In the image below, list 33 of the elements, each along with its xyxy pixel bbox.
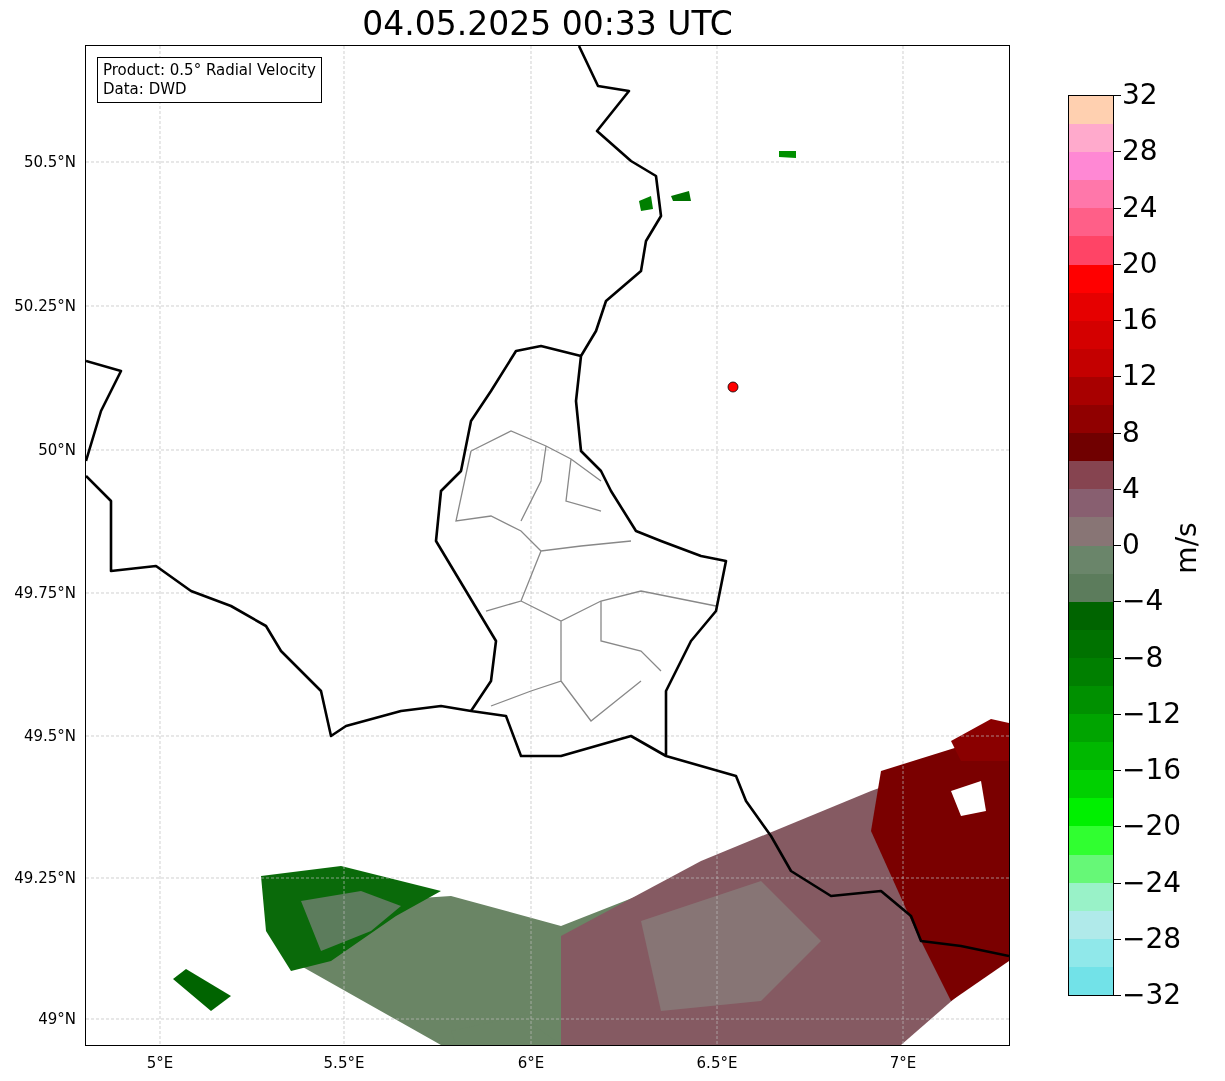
colorbar-tick-label: 0 — [1122, 529, 1140, 561]
colorbar-tick-label: 24 — [1122, 191, 1158, 224]
info-text: Data: DWD — [103, 80, 188, 99]
colorbar-tick-label: 16 — [1122, 304, 1158, 336]
colorbar-tick-label: 12 — [1122, 360, 1158, 393]
colorbar-tick-label: −16 — [1122, 754, 1182, 786]
latitude-label: 49°N — [38, 1010, 76, 1028]
colorbar-tick-label: −24 — [1122, 866, 1182, 899]
longitude-label: 6°E — [517, 1054, 545, 1072]
chart-title: 04.05.2025 00:33 UTC — [361, 4, 734, 44]
latitude-label: 49.5°N — [23, 727, 76, 745]
latitude-label: 49.75°N — [14, 584, 76, 602]
info-text: Product: 0.5° Radial Velocity — [103, 61, 316, 80]
colorbar-label: m/s — [1169, 522, 1203, 574]
colorbar-tick-label: −4 — [1122, 585, 1164, 618]
colorbar-tick-label: 32 — [1122, 79, 1158, 111]
latitude-label: 50°N — [38, 441, 76, 459]
longitude-label: 5°E — [146, 1054, 174, 1072]
colorbar-tick-label: −32 — [1122, 979, 1182, 1011]
latitude-label: 50.25°N — [14, 297, 76, 315]
longitude-label: 5.5°E — [323, 1054, 365, 1072]
colorbar-tick-label: −20 — [1122, 810, 1182, 843]
longitude-label: 6.5°E — [696, 1054, 738, 1072]
colorbar-tick-label: 8 — [1122, 416, 1140, 449]
colorbar-tick-label: 4 — [1122, 472, 1140, 505]
latitude-label: 49.25°N — [14, 869, 76, 887]
colorbar-tick-label: 20 — [1122, 247, 1158, 280]
colorbar-tick-label: −28 — [1122, 922, 1182, 955]
longitude-label: 7°E — [889, 1054, 917, 1072]
latitude-label: 50.5°N — [23, 153, 76, 171]
colorbar-tick-label: 28 — [1122, 135, 1158, 168]
colorbar-tick-label: −12 — [1122, 697, 1182, 730]
colorbar-tick-label: −8 — [1122, 641, 1164, 674]
